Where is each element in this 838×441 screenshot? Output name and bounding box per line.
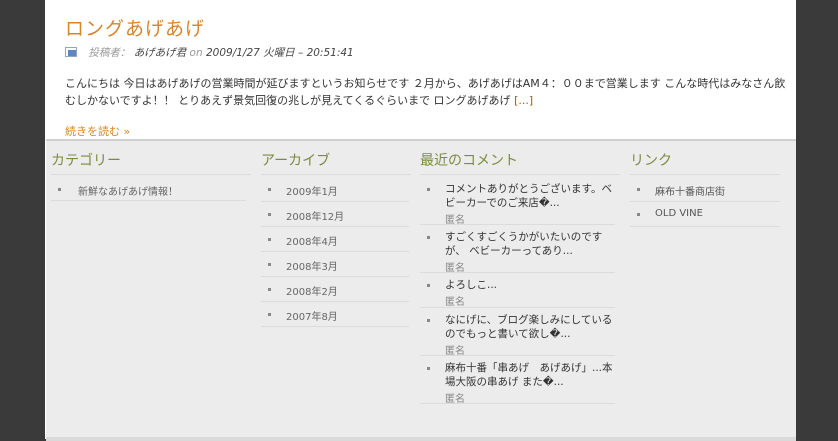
- meta-on: on: [189, 47, 203, 59]
- read-more-link[interactable]: 続きを読む »: [65, 123, 130, 139]
- page: ロングあげあげ 投稿者： あげあげ君 on 2009/1/27 火曜日 – 20…: [45, 0, 796, 441]
- archive-link-2008-03[interactable]: 2008年3月: [286, 258, 338, 273]
- archive-link-2009-01[interactable]: 2009年1月: [286, 183, 338, 198]
- link-azabu-juban-shotengai[interactable]: 麻布十番商店街: [655, 183, 725, 198]
- comment-link[interactable]: 麻布十番「串あげ あげあげ」...本場大阪の串あげ また�...: [445, 361, 620, 389]
- post-author: あげあげ君: [133, 47, 187, 59]
- widget-links-title: リンク: [630, 153, 672, 169]
- post-date: 2009/1/27 火曜日 – 20:51:41: [205, 47, 354, 59]
- post-excerpt-ellipsis: [...]: [514, 94, 534, 107]
- post-meta: 投稿者： あげあげ君 on 2009/1/27 火曜日 – 20:51:41: [65, 45, 354, 59]
- meta-label: 投稿者：: [88, 47, 131, 59]
- post-title-link[interactable]: ロングあげあげ: [65, 14, 205, 41]
- comment-link[interactable]: よろしこ...: [445, 278, 620, 292]
- post-author-icon: [65, 47, 77, 57]
- comment-author: 匿名: [445, 297, 465, 308]
- footer-widgets: カテゴリー 新鮮なあげあげ情報！ アーカイブ 2009年1月 2008年12月 …: [46, 139, 796, 441]
- footer-bottom-bar: [46, 437, 796, 441]
- post-excerpt-text: こんにちは 今日はあげあげの営業時間が延びますというお知らせです ２月から、あげ…: [65, 77, 786, 107]
- link-old-vine[interactable]: OLD VINE: [655, 208, 703, 219]
- post-excerpt: こんにちは 今日はあげあげの営業時間が延びますというお知らせです ２月から、あげ…: [65, 75, 790, 109]
- archive-link-2007-08[interactable]: 2007年8月: [286, 308, 338, 323]
- comment-link[interactable]: なにげに、ブログ楽しみにしているのでもっと書いて欲し�...: [445, 313, 620, 341]
- category-link[interactable]: 新鮮なあげあげ情報！: [78, 183, 178, 198]
- comment-link[interactable]: コメントありがとうございます。ベビーカーでのご来店�...: [445, 182, 620, 210]
- archive-link-2008-12[interactable]: 2008年12月: [286, 208, 344, 223]
- comment-link[interactable]: すごくすごくうかがいたいのですが、 ベビーカーってあり...: [445, 230, 620, 258]
- widget-archives-title: アーカイブ: [261, 153, 331, 169]
- archive-link-2008-04[interactable]: 2008年4月: [286, 233, 338, 248]
- archive-link-2008-02[interactable]: 2008年2月: [286, 283, 338, 298]
- widget-recent-comments-title: 最近のコメント: [420, 153, 518, 169]
- widget-categories-title: カテゴリー: [51, 153, 121, 169]
